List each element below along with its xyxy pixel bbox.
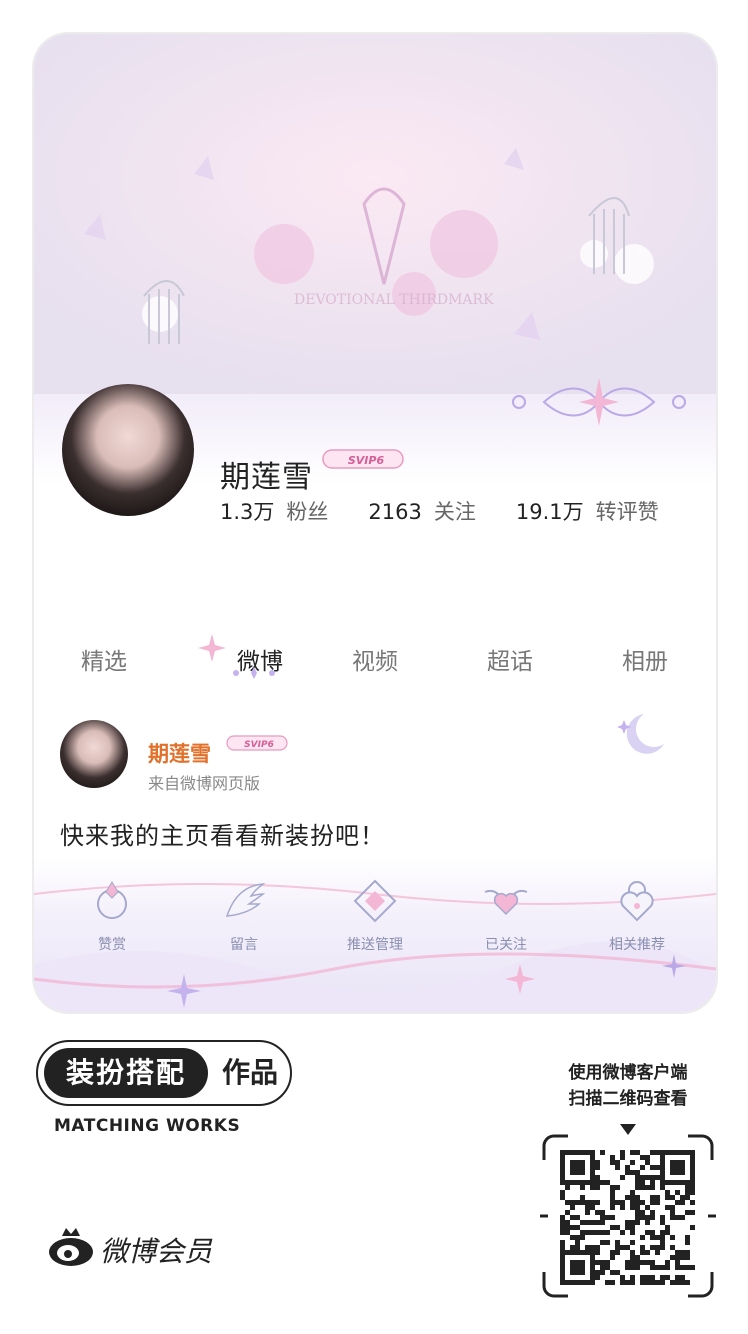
post-avatar[interactable]: [60, 720, 128, 788]
winged-heart-icon: [484, 889, 528, 916]
tab-super-topic[interactable]: 超话: [470, 642, 550, 676]
ring-icon: [97, 881, 127, 919]
followers-count[interactable]: 1.3万: [220, 496, 274, 526]
svg-text:SVIP6: SVIP6: [244, 740, 274, 750]
svg-text:SVIP6: SVIP6: [348, 454, 385, 467]
qr-code[interactable]: [540, 1134, 716, 1298]
post-svip-badge: SVIP6: [226, 735, 288, 751]
following-label[interactable]: 关注: [434, 496, 476, 526]
profile-card: DEVOTIONAL THIRDMARK 期莲雪 SVIP6 1.3万 粉丝 216…: [34, 34, 716, 1012]
diamond-icon: [353, 879, 397, 923]
post-actions: 赞赏 留言 推送管理 已关注 相关推荐: [34, 864, 716, 1012]
action-push-settings[interactable]: 推送管理: [320, 878, 430, 954]
tab-featured[interactable]: 精选: [64, 642, 144, 676]
svg-text:DEVOTIONAL THIRDMARK: DEVOTIONAL THIRDMARK: [294, 292, 494, 308]
action-tip[interactable]: 赞赏: [57, 878, 167, 954]
badge-dark-label: 装扮搭配: [44, 1048, 208, 1098]
profile-name: 期莲雪: [220, 460, 313, 495]
action-following[interactable]: 已关注: [451, 878, 561, 954]
action-related[interactable]: 相关推荐: [582, 878, 692, 954]
weibo-logo-icon: [49, 1228, 93, 1266]
scan-instruction: 使用微博客户端 扫描二维码查看: [568, 1063, 688, 1109]
svip-badge: SVIP6: [322, 449, 404, 469]
profile-avatar[interactable]: [62, 384, 194, 516]
banner-decoration: DEVOTIONAL THIRDMARK: [34, 34, 716, 394]
post-author[interactable]: 期莲雪: [148, 738, 211, 768]
badge-light-label: 作品: [221, 1056, 278, 1089]
likes-count[interactable]: 19.1万: [516, 496, 584, 526]
profile-tabs: 精选 微博 视频 超话 相册: [34, 634, 716, 684]
post-source: 来自微博网页版: [148, 774, 261, 793]
weibo-vip-brand: 微博会员: [46, 1224, 212, 1274]
following-count[interactable]: 2163: [368, 500, 421, 524]
likes-label[interactable]: 转评赞: [596, 496, 659, 526]
action-comment[interactable]: 留言: [189, 878, 299, 954]
infinity-ornament: [512, 378, 686, 426]
tab-video[interactable]: 视频: [335, 642, 415, 676]
matching-works-subtitle: MATCHING WORKS: [54, 1116, 241, 1136]
tab-album[interactable]: 相册: [605, 642, 685, 676]
moon-ornament: [617, 714, 664, 754]
active-tab-indicator: [233, 667, 275, 679]
profile-stats: 1.3万 粉丝 2163 关注 19.1万 转评赞: [220, 496, 659, 526]
heart-lock-icon: [620, 881, 654, 922]
wing-icon: [225, 883, 266, 917]
matching-works-badge: 装扮搭配 作品: [36, 1040, 292, 1106]
post-text: 快来我的主页看看新装扮吧！: [60, 822, 385, 850]
followers-label[interactable]: 粉丝: [286, 496, 328, 526]
sparkle-icon: [198, 634, 226, 662]
